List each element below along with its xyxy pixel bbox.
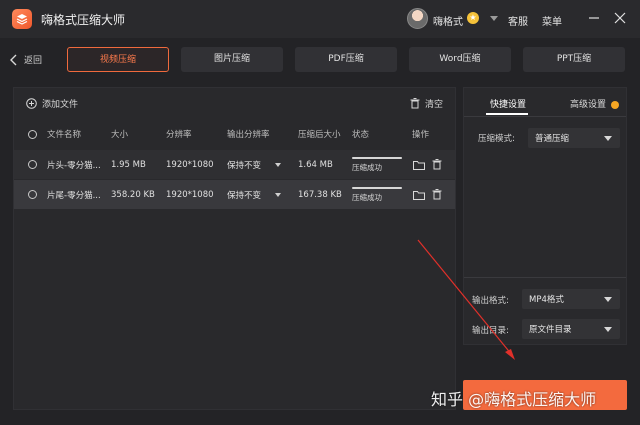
watermark: 知乎 @嗨格式压缩大师	[431, 390, 597, 409]
annotation-arrow-icon	[417, 239, 515, 360]
